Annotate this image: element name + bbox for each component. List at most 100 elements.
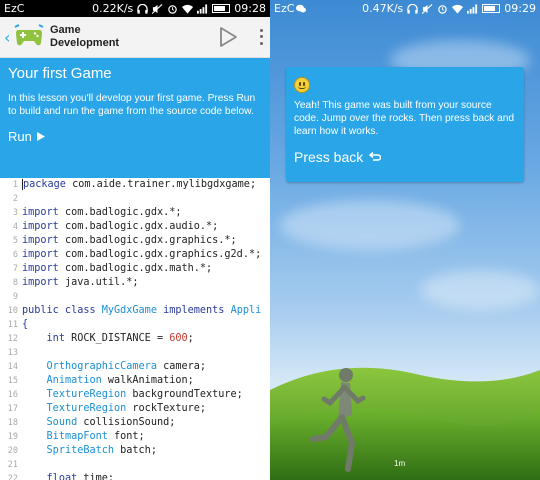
code-text: Sound collisionSound;	[46, 417, 176, 428]
line-number: 19	[7, 432, 18, 442]
smiley-icon	[294, 77, 310, 93]
press-back-label: Press back	[294, 149, 364, 165]
code-line[interactable]: 19 BitmapFont font;	[0, 430, 270, 444]
code-editor[interactable]: 1 package com.aide.trainer.mylibgdxgame; 2…	[0, 178, 270, 480]
runner-character	[310, 368, 366, 472]
line-number: 2	[12, 194, 18, 204]
status-bar: EzC 0.22K/s 09:28	[0, 0, 270, 17]
press-back-button[interactable]: Press back	[294, 149, 382, 165]
run-arrow-icon	[36, 132, 45, 141]
battery-icon	[212, 4, 231, 13]
clock: 09:28	[234, 2, 266, 15]
code-text: import com.badlogic.gdx.math.*;	[22, 263, 213, 274]
run-label: Run	[8, 129, 32, 144]
line-number: 7	[12, 264, 18, 274]
line-number: 16	[7, 390, 18, 400]
status-bar: EzC 0.47K/s 09:29	[270, 0, 540, 17]
headphones-icon	[137, 3, 149, 14]
wifi-icon	[452, 4, 464, 14]
line-number: 14	[7, 362, 18, 372]
app-title-line2: Development	[50, 37, 120, 49]
clock: 09:29	[504, 2, 536, 15]
code-text: import com.badlogic.gdx.audio.*;	[22, 221, 219, 232]
lesson-description: In this lesson you'll develop your first…	[8, 93, 256, 117]
signal-icon	[467, 3, 478, 14]
code-line[interactable]: 21	[0, 458, 270, 472]
back-chevron-icon[interactable]: ‹	[4, 28, 14, 47]
line-number: 11	[7, 320, 18, 330]
network-speed: 0.47K/s	[362, 2, 404, 15]
line-number: 20	[7, 446, 18, 456]
code-line[interactable]: 10 public class MyGdxGame implements Appl…	[0, 304, 270, 318]
code-line[interactable]: 15 Animation walkAnimation;	[0, 374, 270, 388]
lesson-screen: EzC 0.22K/s 09:28 ‹ Game Development You…	[0, 0, 270, 480]
line-number: 17	[7, 404, 18, 414]
line-number: 8	[12, 278, 18, 288]
code-line[interactable]: 13	[0, 346, 270, 360]
line-number: 9	[12, 292, 18, 302]
network-speed: 0.22K/s	[92, 2, 134, 15]
line-number: 6	[12, 250, 18, 260]
game-screen[interactable]: EzC 0.47K/s 09:29 Yeah! This game was bu…	[270, 0, 540, 480]
overflow-menu-icon[interactable]	[256, 27, 266, 47]
wechat-icon	[296, 4, 306, 13]
line-number: 18	[7, 418, 18, 428]
code-line[interactable]: 8 import java.util.*;	[0, 276, 270, 290]
code-line[interactable]: 9	[0, 290, 270, 304]
code-line[interactable]: 6 import com.badlogic.gdx.graphics.g2d.*;	[0, 248, 270, 262]
code-text: SpriteBatch batch;	[46, 445, 157, 456]
game-controller-logo-icon[interactable]	[14, 24, 44, 50]
line-number: 5	[12, 236, 18, 246]
code-line[interactable]: 20 SpriteBatch batch;	[0, 444, 270, 458]
lesson-title: Your first Game	[8, 65, 112, 82]
code-line[interactable]: 1 package com.aide.trainer.mylibgdxgame;	[0, 178, 270, 192]
code-text: import com.badlogic.gdx.*;	[22, 207, 182, 218]
code-line[interactable]: 5 import com.badlogic.gdx.graphics.*;	[0, 234, 270, 248]
code-text: OrthographicCamera camera;	[46, 361, 207, 372]
code-line[interactable]: 12 int ROCK_DISTANCE = 600;	[0, 332, 270, 346]
alarm-icon	[438, 4, 448, 14]
code-text: import com.badlogic.gdx.graphics.g2d.*;	[22, 249, 262, 260]
code-line[interactable]: 22 float time;	[0, 472, 270, 480]
code-line[interactable]: 18 Sound collisionSound;	[0, 416, 270, 430]
battery-icon	[482, 4, 501, 13]
app-title: Game Development	[50, 24, 214, 50]
headphones-icon	[407, 3, 419, 14]
code-line[interactable]: 7 import com.badlogic.gdx.math.*;	[0, 262, 270, 276]
code-text: TextureRegion backgroundTexture;	[46, 389, 243, 400]
success-toast: Yeah! This game was built from your sour…	[286, 67, 524, 182]
line-number: 21	[7, 460, 18, 470]
run-button[interactable]: Run	[8, 129, 45, 144]
code-text: TextureRegion rockTexture;	[46, 403, 207, 414]
carrier-label: EzC	[274, 2, 295, 15]
code-line[interactable]: 2	[0, 192, 270, 206]
line-number: 22	[7, 474, 18, 480]
return-arrow-icon	[369, 151, 382, 161]
lesson-panel: Your first Game In this lesson you'll de…	[0, 58, 270, 178]
wifi-icon	[182, 4, 194, 14]
code-line[interactable]: 11 {	[0, 318, 270, 332]
code-text: {	[22, 319, 29, 330]
code-line[interactable]: 14 OrthographicCamera camera;	[0, 360, 270, 374]
code-line[interactable]: 3 import com.badlogic.gdx.*;	[0, 206, 270, 220]
line-number: 15	[7, 376, 18, 386]
mute-icon	[152, 3, 163, 14]
mute-icon	[422, 3, 433, 14]
play-icon[interactable]	[214, 24, 240, 50]
code-line[interactable]: 16 TextureRegion backgroundTexture;	[0, 388, 270, 402]
code-text: Animation walkAnimation;	[46, 375, 194, 386]
code-line[interactable]: 4 import com.badlogic.gdx.audio.*;	[0, 220, 270, 234]
code-text: int ROCK_DISTANCE = 600;	[46, 333, 194, 344]
code-line[interactable]: 17 TextureRegion rockTexture;	[0, 402, 270, 416]
code-text: float time;	[46, 473, 115, 480]
toast-message: Yeah! This game was built from your sour…	[294, 100, 515, 137]
signal-icon	[197, 3, 208, 14]
code-text: BitmapFont font;	[46, 431, 145, 442]
code-text: public class MyGdxGame implements Appli	[22, 305, 262, 316]
code-text: import com.badlogic.gdx.graphics.*;	[22, 235, 237, 246]
distance-counter: 1m	[394, 459, 406, 468]
action-bar: ‹ Game Development	[0, 17, 270, 58]
code-text: package com.aide.trainer.mylibgdxgame;	[22, 179, 257, 190]
alarm-icon	[168, 4, 178, 14]
line-number: 10	[7, 306, 18, 316]
